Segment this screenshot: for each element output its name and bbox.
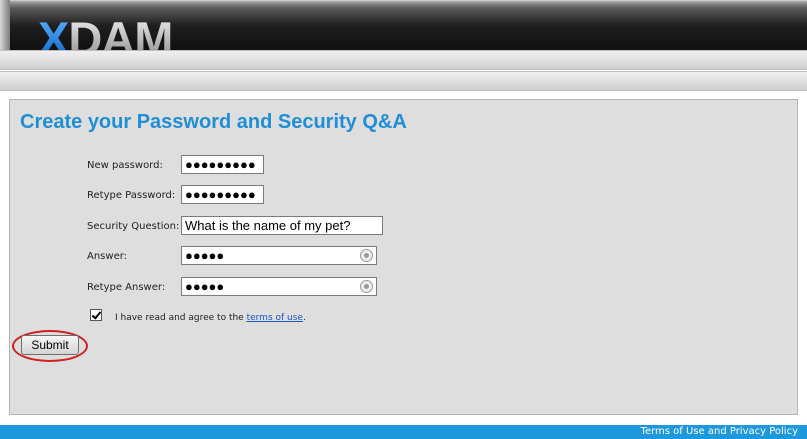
header-banner: X DAM xyxy=(0,0,807,50)
answer-label: Answer: xyxy=(87,251,128,262)
terms-privacy-link[interactable]: Terms of Use and Privacy Policy xyxy=(641,426,798,437)
agree-suffix: . xyxy=(302,313,306,323)
agree-text: I have read and agree to the terms of us… xyxy=(115,313,306,323)
logo-letter-x: X xyxy=(38,13,69,51)
terms-of-use-link[interactable]: terms of use xyxy=(247,313,303,323)
footer-bar: Terms of Use and Privacy Policy xyxy=(0,425,807,439)
new-password-label: New password: xyxy=(87,160,163,171)
xdam-logo: X DAM xyxy=(38,13,173,51)
reveal-answer-icon[interactable] xyxy=(360,249,373,262)
password-form-panel: Create your Password and Security Q&A Ne… xyxy=(9,99,798,415)
security-question-input[interactable]: What is the name of my pet? xyxy=(181,216,383,235)
nav-bar-secondary xyxy=(0,71,807,91)
retype-answer-input[interactable]: ●●●●● xyxy=(181,277,377,296)
submit-button[interactable]: Submit xyxy=(21,335,79,355)
retype-answer-label: Retype Answer: xyxy=(87,282,166,293)
retype-password-label: Retype Password: xyxy=(87,190,176,201)
logo-letters-dam: DAM xyxy=(68,13,173,51)
reveal-retype-answer-icon[interactable] xyxy=(360,280,373,293)
header-edge xyxy=(0,0,10,50)
page-title: Create your Password and Security Q&A xyxy=(20,111,407,133)
agree-checkbox[interactable] xyxy=(90,309,102,321)
answer-input[interactable]: ●●●●● xyxy=(181,246,377,265)
security-question-label: Security Question: xyxy=(87,221,180,232)
retype-password-input[interactable]: ●●●●●●●●● xyxy=(181,185,264,204)
agree-prefix: I have read and agree to the xyxy=(115,313,247,323)
retype-answer-value: ●●●●● xyxy=(185,279,225,294)
nav-bar-primary xyxy=(0,50,807,70)
new-password-input[interactable]: ●●●●●●●●● xyxy=(181,155,264,174)
answer-value: ●●●●● xyxy=(185,248,225,263)
